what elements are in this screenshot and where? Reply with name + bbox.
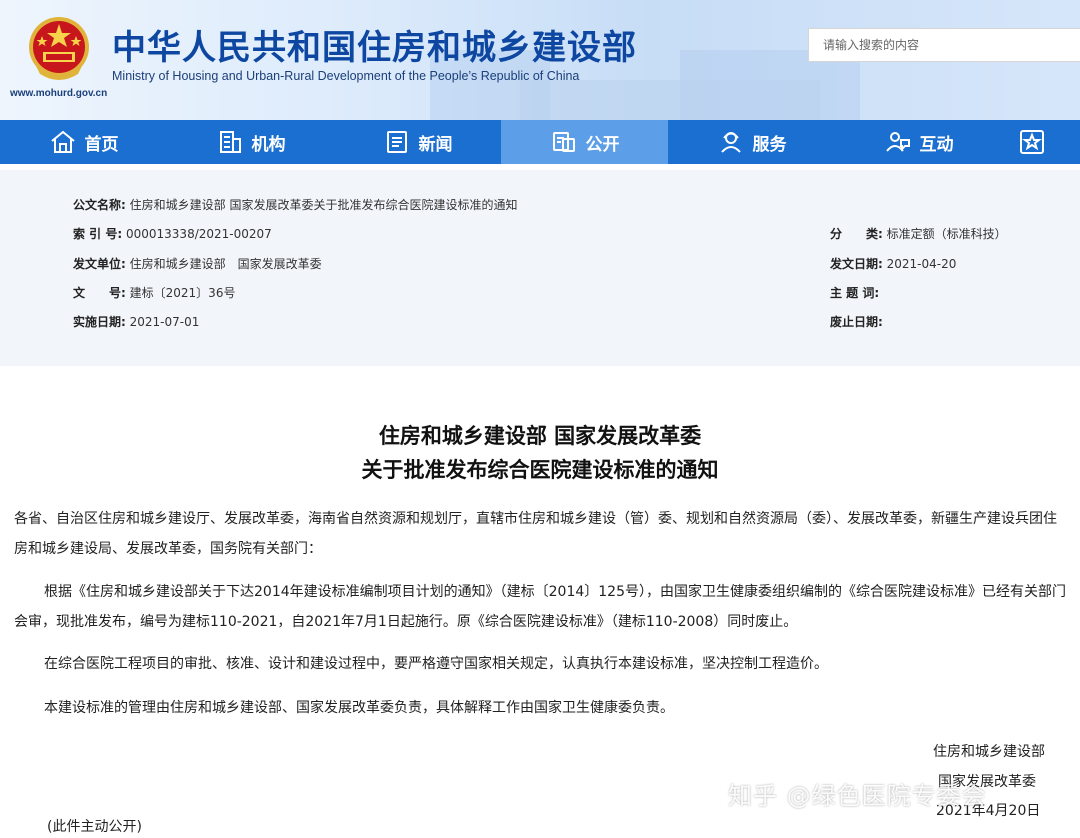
- meta-label: 主 题 词:: [830, 286, 880, 300]
- public-notice: (此件主动公开): [47, 819, 142, 835]
- nav-item-service[interactable]: 服务: [668, 120, 835, 164]
- nav-item-disclosure[interactable]: 公开: [501, 120, 668, 164]
- meta-value: 标准定额（标准科技）: [886, 227, 1007, 241]
- paragraph-1: 根据《住房和城乡建设部关于下达2014年建设标准编制项目计划的通知》（建标〔20…: [14, 584, 1066, 630]
- news-icon: [386, 131, 407, 153]
- meta-keywords: 主 题 词:: [830, 284, 879, 301]
- meta-value: 000013338/2021-00207: [125, 227, 272, 241]
- paragraph-2: 在综合医院工程项目的审批、核准、设计和建设过程中，要严格遵守国家相关规定，认真执…: [44, 656, 828, 672]
- disclosure-icon: [552, 132, 575, 152]
- header-background: [520, 80, 820, 120]
- nav-item-label: 公开: [585, 134, 620, 155]
- meta-effective-date: 实施日期: 2021-07-01: [73, 313, 199, 330]
- meta-label: 废止日期:: [830, 315, 883, 329]
- meta-label: 文 号:: [73, 286, 126, 300]
- home-icon: [50, 130, 75, 153]
- meta-issuer: 发文单位: 住房和城乡建设部 国家发展改革委: [73, 255, 322, 272]
- site-header: www.mohurd.gov.cn 中华人民共和国住房和城乡建设部 Minist…: [0, 0, 1080, 120]
- meta-issue-date: 发文日期: 2021-04-20: [830, 255, 956, 272]
- document-title-line-1: 住房和城乡建设部 国家发展改革委: [378, 424, 702, 448]
- nav-item-home[interactable]: 首页: [0, 120, 167, 164]
- paragraph-3: 本建设标准的管理由住房和城乡建设部、国家发展改革委负责，具体解释工作由国家卫生健…: [44, 700, 674, 716]
- meta-value: 建标〔2021〕36号: [129, 286, 236, 300]
- nav-item-label: 首页: [84, 134, 119, 155]
- meta-label: 发文单位:: [73, 257, 126, 271]
- meta-label: 实施日期:: [73, 315, 126, 329]
- meta-category: 分 类: 标准定额（标准科技）: [830, 225, 1007, 242]
- main-nav: 首页 机构 新闻 公开 服务 互动: [0, 120, 1080, 164]
- site-subtitle: Ministry of Housing and Urban-Rural Deve…: [112, 69, 580, 83]
- search-box[interactable]: [808, 28, 1080, 62]
- nav-item-more[interactable]: [1002, 120, 1062, 164]
- meta-repeal-date: 废止日期:: [830, 313, 883, 330]
- watermark: 知乎 @绿色医院专委会: [728, 782, 987, 810]
- nav-item-label: 互动: [919, 134, 954, 155]
- nav-item-label: 服务: [752, 134, 787, 155]
- service-icon: [720, 132, 741, 153]
- building-icon: [219, 131, 241, 153]
- meta-index: 索 引 号: 000013338/2021-00207: [73, 225, 272, 242]
- document-title-line-2: 关于批准发布综合医院建设标准的通知: [361, 458, 719, 482]
- meta-label: 发文日期:: [830, 257, 883, 271]
- meta-label: 公文名称:: [73, 198, 126, 212]
- nav-item-news[interactable]: 新闻: [334, 120, 501, 164]
- meta-value: 住房和城乡建设部 国家发展改革委: [129, 257, 322, 271]
- meta-label: 分 类:: [830, 227, 883, 241]
- nav-item-interaction[interactable]: 互动: [835, 120, 1002, 164]
- site-title[interactable]: 中华人民共和国住房和城乡建设部: [112, 20, 637, 69]
- nav-item-label: 机构: [251, 134, 286, 155]
- meta-value: 住房和城乡建设部 国家发展改革委关于批准发布综合医院建设标准的通知: [129, 198, 518, 212]
- document-metadata: 公文名称: 住房和城乡建设部 国家发展改革委关于批准发布综合医院建设标准的通知 …: [0, 170, 1080, 366]
- meta-value: 2021-04-20: [886, 257, 957, 271]
- star-box-icon: [1020, 130, 1044, 154]
- meta-value: 2021-07-01: [129, 315, 200, 329]
- site-url[interactable]: www.mohurd.gov.cn: [10, 88, 107, 99]
- national-emblem-icon: [29, 17, 89, 80]
- meta-doc-name: 公文名称: 住房和城乡建设部 国家发展改革委关于批准发布综合医院建设标准的通知: [73, 196, 517, 213]
- search-input[interactable]: [809, 29, 1080, 61]
- salutation: 各省、自治区住房和城乡建设厅、发展改革委，海南省自然资源和规划厅，直辖市住房和城…: [14, 511, 1057, 557]
- nav-item-organization[interactable]: 机构: [167, 120, 334, 164]
- meta-docno: 文 号: 建标〔2021〕36号: [73, 284, 235, 301]
- signature-mohurd: 住房和城乡建设部: [933, 744, 1045, 760]
- meta-label: 索 引 号:: [73, 227, 123, 241]
- interaction-icon: [885, 132, 910, 152]
- nav-item-label: 新闻: [418, 134, 453, 155]
